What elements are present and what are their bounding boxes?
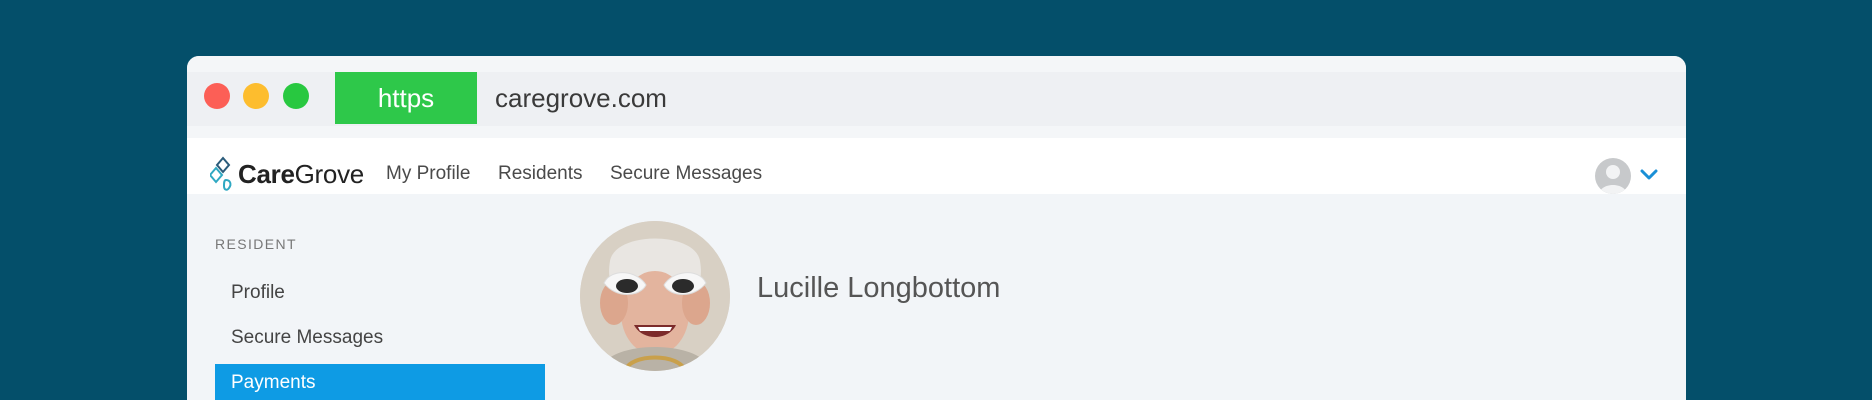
minimize-window-button[interactable] — [243, 83, 269, 109]
sidebar-item-secure-messages[interactable]: Secure Messages — [215, 319, 545, 357]
user-avatar[interactable] — [1595, 158, 1631, 194]
sidebar-section-label: RESIDENT — [215, 236, 297, 252]
caregrove-logo[interactable]: CareGrove — [210, 156, 364, 192]
resident-photo — [580, 221, 730, 371]
sidebar-item-profile[interactable]: Profile — [215, 274, 545, 312]
url-text[interactable]: caregrove.com — [495, 72, 667, 124]
user-avatar-icon — [1599, 165, 1627, 194]
nav-secure-messages[interactable]: Secure Messages — [610, 156, 762, 192]
nav-residents[interactable]: Residents — [498, 156, 583, 192]
browser-titlebar: https caregrove.com — [187, 56, 1686, 138]
nav-my-profile[interactable]: My Profile — [386, 156, 470, 192]
main-content: RESIDENT Profile Secure Messages Payment… — [187, 194, 1686, 400]
resident-name: Lucille Longbottom — [757, 272, 1001, 304]
browser-window: https caregrove.com CareGrove My Profile… — [187, 56, 1686, 400]
resident-photo-image — [580, 221, 730, 371]
maximize-window-button[interactable] — [283, 83, 309, 109]
logo-text-care: Care — [238, 158, 295, 189]
close-window-button[interactable] — [204, 83, 230, 109]
sidebar-item-payments[interactable]: Payments — [215, 364, 545, 400]
chevron-down-icon[interactable] — [1640, 168, 1658, 182]
logo-text: CareGrove — [238, 159, 364, 190]
logo-text-grove: Grove — [294, 158, 365, 189]
https-badge: https — [335, 72, 477, 124]
sidebar-item-label: Payments — [231, 372, 316, 393]
sidebar-item-label: Profile — [231, 282, 285, 303]
sidebar-item-label: Secure Messages — [231, 327, 384, 348]
caregrove-logo-icon — [210, 156, 232, 191]
